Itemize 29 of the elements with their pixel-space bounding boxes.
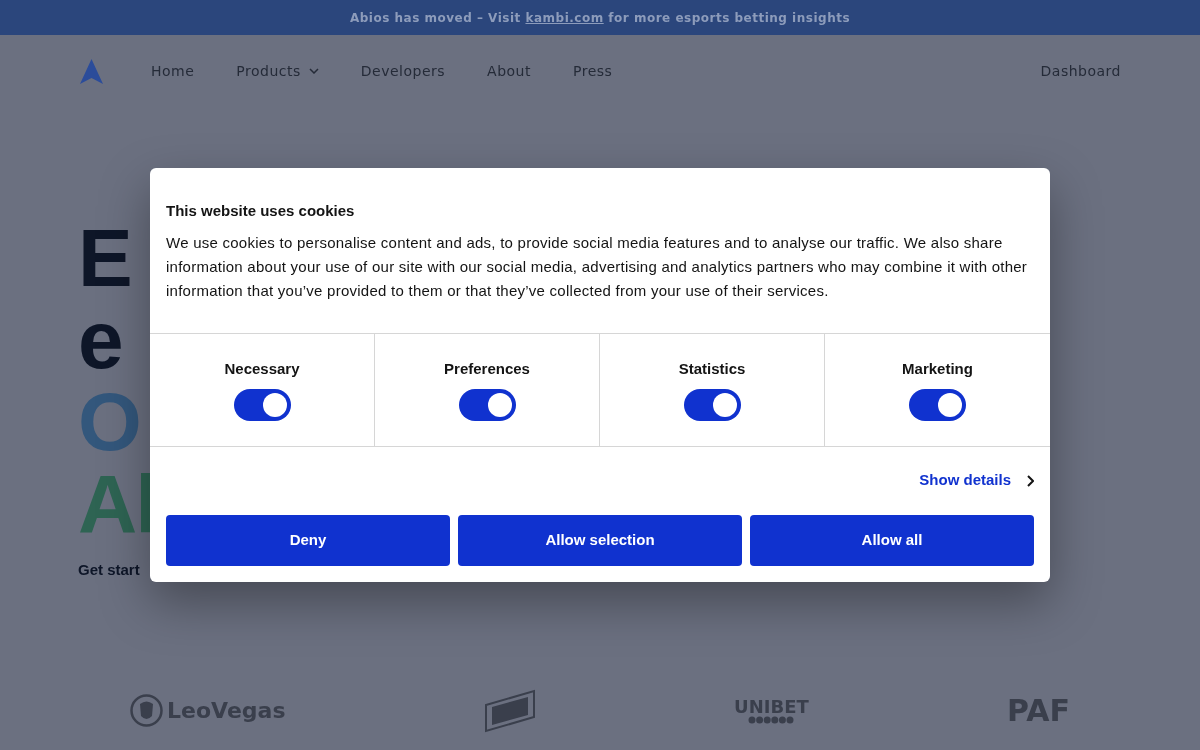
nav-link[interactable]: Developers: [360, 60, 446, 82]
headline-text: E: [78, 217, 131, 299]
announcement-text: Abios has moved – Visit kambi.com for more esports betting insights: [349, 9, 851, 27]
category-label: Marketing: [902, 359, 973, 380]
headline-text: e: [78, 299, 122, 381]
subtitle-text: Get start: [78, 560, 140, 580]
nav-link[interactable]: Press: [573, 60, 613, 82]
nav-link[interactable]: About: [487, 60, 531, 82]
toggle-switch[interactable]: [458, 388, 516, 421]
dialog-title: This website uses cookies: [166, 201, 356, 221]
dots-icon: [748, 715, 795, 724]
allow-all-button[interactable]: Allow all: [750, 514, 1034, 566]
products-dropdown[interactable]: Products: [236, 60, 319, 82]
show-details-link[interactable]: Show details: [919, 469, 1034, 492]
navi-emblem-icon: [483, 688, 536, 733]
chevron-right-icon: [1027, 474, 1034, 487]
kambi-link[interactable]: kambi.com: [525, 10, 604, 25]
category-label: Preferences: [444, 359, 530, 380]
category-label: Necessary: [224, 359, 300, 380]
deny-button[interactable]: Deny: [166, 514, 450, 566]
dialog-description: We use cookies to personalise content and ads, to provide social media features and to analyse our traffic. We also share information about your use of our site with our social media, advertising and analytics partners who may combine it with other information that you’ve provided to them or that they’ve collected from your use of their services.: [166, 232, 1029, 301]
category-label: Statistics: [678, 359, 746, 380]
toggle-switch[interactable]: [233, 388, 291, 421]
toggle-switch[interactable]: [909, 388, 966, 421]
allow-selection-button[interactable]: Allow selection: [458, 514, 742, 566]
headline-text: O: [78, 381, 140, 463]
nav-link[interactable]: Home: [151, 60, 195, 82]
dashboard-link[interactable]: Dashboard: [1040, 60, 1121, 82]
toggle-switch[interactable]: [683, 388, 741, 421]
